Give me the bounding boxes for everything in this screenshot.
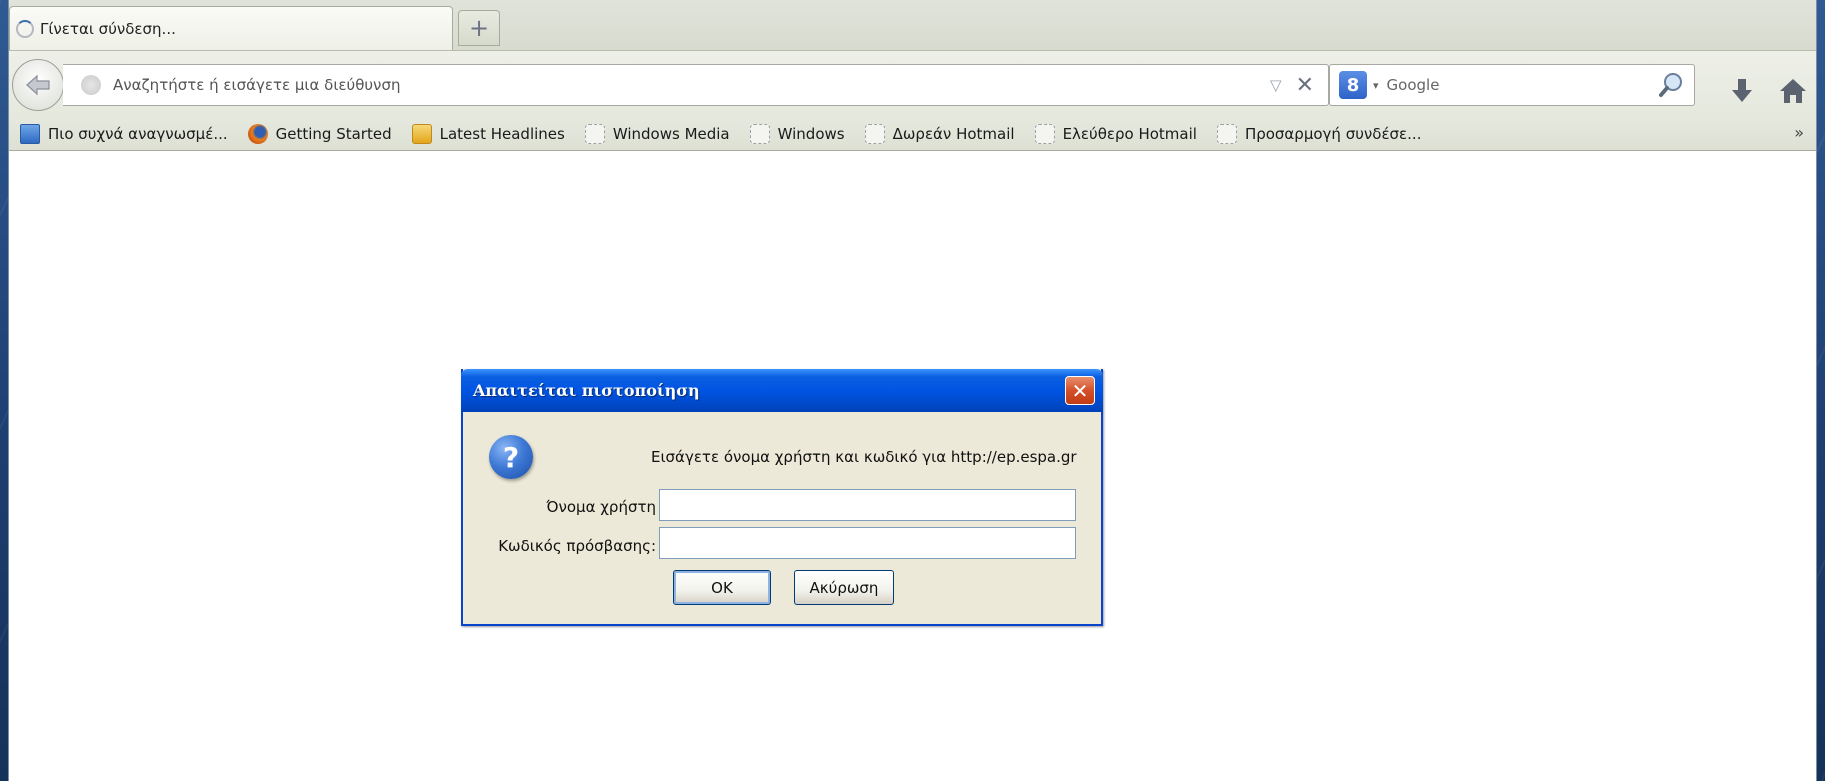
username-label: Όνομα χρήστη bbox=[546, 498, 656, 516]
placeholder-icon bbox=[1216, 123, 1237, 144]
bookmark-label: Δωρεάν Hotmail bbox=[892, 124, 1015, 143]
bookmark-label: Getting Started bbox=[275, 124, 392, 143]
username-field[interactable] bbox=[659, 489, 1076, 521]
navigation-toolbar: ▽ ✕ 8 ▾ bbox=[9, 50, 1816, 117]
placeholder-icon bbox=[749, 123, 770, 144]
search-bar[interactable]: 8 ▾ bbox=[1329, 64, 1695, 106]
placeholder-icon bbox=[584, 123, 605, 144]
bookmarks-toolbar: Πιο συχνά αναγνωσμέ... Getting Started L… bbox=[9, 117, 1816, 151]
placeholder-icon bbox=[864, 123, 885, 144]
ok-button[interactable]: OK bbox=[673, 570, 771, 605]
site-identity-icon[interactable] bbox=[81, 75, 101, 95]
search-input[interactable] bbox=[1386, 76, 1658, 94]
bookmark-windows[interactable]: Windows bbox=[745, 120, 850, 148]
home-icon[interactable] bbox=[1777, 75, 1809, 107]
bookmark-label: Windows bbox=[777, 124, 845, 143]
bookmark-getting-started[interactable]: Getting Started bbox=[243, 120, 397, 148]
firefox-icon bbox=[247, 123, 268, 144]
tab-strip: Γίνεται σύνδεση... + bbox=[9, 0, 1816, 50]
new-tab-button[interactable]: + bbox=[458, 10, 500, 46]
url-bar[interactable]: ▽ ✕ bbox=[63, 64, 1329, 106]
dialog-body: ? Εισάγετε όνομα χρήστη και κωδικό για h… bbox=[463, 412, 1101, 624]
bookmark-label: Ελεύθερο Hotmail bbox=[1062, 124, 1197, 143]
bookmark-label: Windows Media bbox=[612, 124, 730, 143]
google-engine-icon[interactable]: 8 bbox=[1339, 71, 1367, 99]
bookmark-windows-media[interactable]: Windows Media bbox=[580, 120, 735, 148]
dialog-title: Απαιτείται πιστοποίηση bbox=[473, 381, 700, 400]
dialog-close-button[interactable]: ✕ bbox=[1065, 376, 1095, 405]
password-field[interactable] bbox=[659, 527, 1076, 559]
download-icon[interactable] bbox=[1727, 76, 1757, 106]
history-dropmarker-icon[interactable]: ▽ bbox=[1270, 76, 1282, 94]
back-arrow-icon bbox=[26, 74, 50, 96]
bookmark-eleuthero-hotmail[interactable]: Ελεύθερο Hotmail bbox=[1030, 120, 1202, 148]
bookmark-label: Latest Headlines bbox=[439, 124, 565, 143]
rss-icon bbox=[411, 123, 432, 144]
dialog-title-bar[interactable]: Απαιτείται πιστοποίηση ✕ bbox=[461, 369, 1103, 412]
bookmarks-overflow-chevron-icon[interactable]: » bbox=[1794, 123, 1804, 142]
placeholder-icon bbox=[1034, 123, 1055, 144]
question-icon: ? bbox=[489, 435, 533, 479]
auth-prompt-text: Εισάγετε όνομα χρήστη και κωδικό για htt… bbox=[651, 448, 1077, 466]
cancel-button[interactable]: Ακύρωση bbox=[794, 570, 894, 605]
url-input[interactable] bbox=[113, 76, 1271, 94]
bookmark-label: Πιο συχνά αναγνωσμέ... bbox=[48, 124, 228, 143]
tab-loading[interactable]: Γίνεται σύνδεση... bbox=[9, 6, 453, 50]
tab-title: Γίνεται σύνδεση... bbox=[40, 19, 176, 38]
bookmark-label: Προσαρμογή συνδέσε... bbox=[1244, 124, 1422, 143]
authentication-dialog: Απαιτείται πιστοποίηση ✕ ? Εισάγετε όνομ… bbox=[461, 369, 1103, 626]
loading-throbber-icon bbox=[16, 19, 34, 38]
bookmark-customize-links[interactable]: Προσαρμογή συνδέσε... bbox=[1212, 120, 1427, 148]
search-magnifier-icon[interactable] bbox=[1658, 71, 1686, 99]
bookmark-latest-headlines[interactable]: Latest Headlines bbox=[407, 120, 570, 148]
engine-dropdown-icon[interactable]: ▾ bbox=[1373, 79, 1379, 92]
back-button[interactable] bbox=[12, 59, 64, 111]
most-visited-icon bbox=[20, 123, 40, 144]
bookmark-most-visited[interactable]: Πιο συχνά αναγνωσμέ... bbox=[15, 120, 233, 148]
stop-button[interactable]: ✕ bbox=[1296, 73, 1314, 98]
password-label: Κωδικός πρόσβασης: bbox=[498, 537, 656, 555]
bookmark-free-hotmail[interactable]: Δωρεάν Hotmail bbox=[860, 120, 1020, 148]
